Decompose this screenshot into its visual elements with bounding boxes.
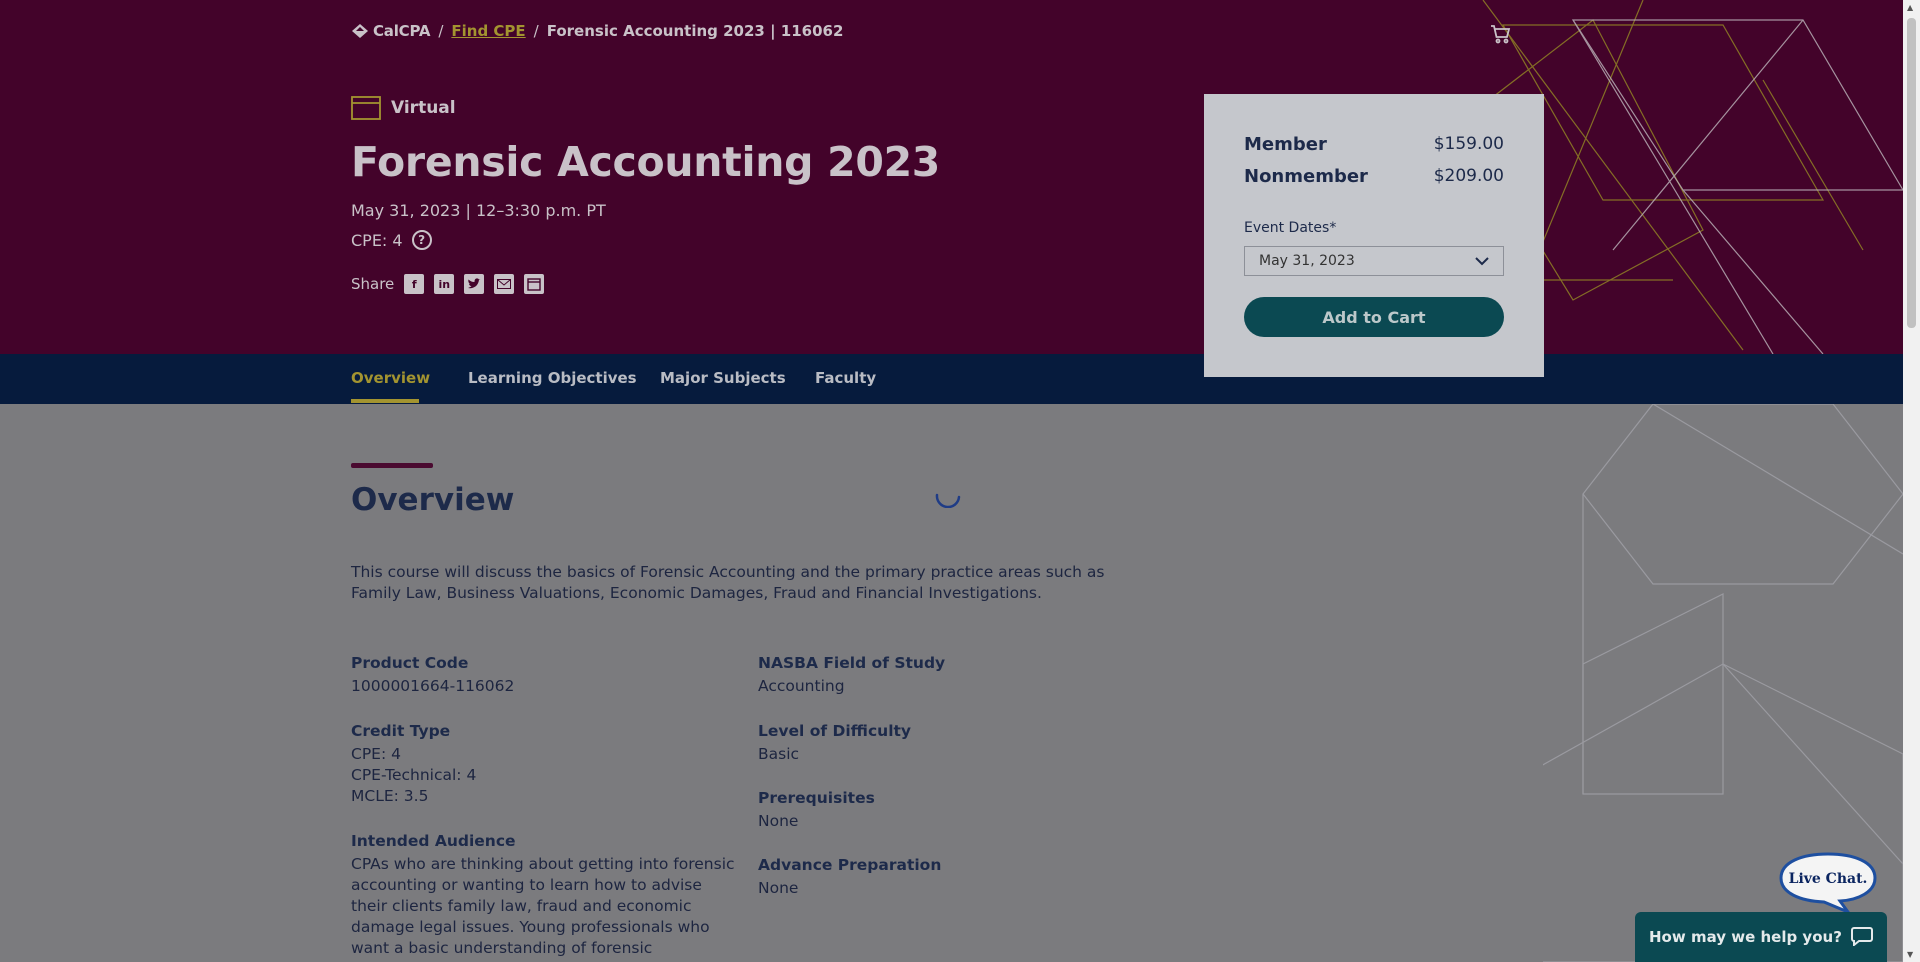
chat-prompt: How may we help you? (1649, 928, 1842, 946)
nonmember-label: Nonmember (1244, 166, 1368, 187)
pricing-card: Member $159.00 Nonmember $209.00 Event D… (1204, 94, 1544, 377)
live-chat-text: Live Chat. (1789, 871, 1868, 887)
tab-overview[interactable]: Overview (351, 369, 430, 387)
audience-label: Intended Audience (351, 832, 516, 850)
intended-audience-field: Intended Audience CPAs who are thinking … (351, 832, 741, 959)
calendar-icon[interactable] (524, 274, 545, 294)
difficulty-label: Level of Difficulty (758, 722, 912, 740)
live-chat-bubble[interactable]: Live Chat. (1778, 852, 1878, 914)
advance-prep-label: Advance Preparation (758, 856, 942, 874)
linkedin-icon[interactable]: in (434, 274, 455, 294)
selected-date: May 31, 2023 (1259, 253, 1355, 269)
page-scrollbar[interactable]: ▲ ▼ (1903, 0, 1920, 962)
credit-type-item: MCLE: 3.5 (351, 787, 429, 805)
help-icon[interactable]: ? (411, 230, 432, 250)
advance-prep-value: None (758, 879, 799, 897)
twitter-icon[interactable] (464, 274, 485, 294)
field-of-study-label: NASBA Field of Study (758, 654, 946, 672)
audience-line: accounting or wanting to learn how to ad… (351, 876, 702, 894)
hero-banner: CalCPA / Find CPE / Forensic Accounting … (0, 0, 1903, 354)
cart-icon[interactable] (1490, 23, 1512, 45)
tab-major-subjects[interactable]: Major Subjects (660, 369, 786, 387)
chat-launcher[interactable]: How may we help you? (1635, 912, 1887, 962)
credit-type-field: Credit Type CPE: 4 CPE-Technical: 4 MCLE… (351, 722, 741, 807)
scroll-down-icon[interactable]: ▼ (1907, 950, 1913, 959)
cpe-credits: CPE: 4 ? (351, 230, 432, 250)
event-format: Virtual (351, 96, 456, 120)
section-tabs: Overview Learning Objectives Major Subje… (0, 354, 1903, 404)
member-price: $159.00 (1433, 134, 1504, 154)
member-label: Member (1244, 134, 1327, 155)
breadcrumb-current: Forensic Accounting 2023 | 116062 (546, 22, 844, 40)
nonmember-price: $209.00 (1433, 166, 1504, 186)
cpe-value: CPE: 4 (351, 230, 403, 250)
field-of-study-field: NASBA Field of Study Accounting (758, 654, 1148, 697)
advance-preparation-field: Advance Preparation None (758, 856, 1148, 899)
chevron-down-icon (1475, 256, 1489, 265)
scrollbar-thumb[interactable] (1907, 18, 1916, 328)
prerequisites-field: Prerequisites None (758, 789, 1148, 832)
event-date: May 31, 2023 | 12–3:30 p.m. PT (351, 201, 606, 220)
facebook-icon[interactable]: f (404, 274, 425, 294)
audience-line: CPAs who are thinking about getting into… (351, 855, 735, 873)
section-accent-bar (351, 463, 433, 468)
add-to-cart-button[interactable]: Add to Cart (1244, 297, 1504, 337)
event-date-select[interactable]: May 31, 2023 (1244, 246, 1504, 276)
active-tab-indicator (351, 399, 419, 403)
audience-line: damage legal issues. Young professionals… (351, 918, 710, 936)
prerequisites-label: Prerequisites (758, 789, 875, 807)
logo-text: CalCPA (373, 22, 431, 40)
course-description: This course will discuss the basics of F… (351, 563, 1105, 602)
tab-learning-objectives[interactable]: Learning Objectives (468, 369, 637, 387)
product-code-field: Product Code 1000001664-116062 (351, 654, 741, 697)
event-dates-label: Event Dates* (1244, 220, 1337, 236)
scroll-up-icon[interactable]: ▲ (1907, 3, 1913, 12)
product-code-value: 1000001664-116062 (351, 677, 515, 695)
field-of-study-value: Accounting (758, 677, 845, 695)
audience-line: their clients family law, fraud and econ… (351, 897, 692, 915)
browser-window-icon (351, 96, 381, 120)
overview-heading: Overview (351, 482, 515, 518)
prerequisites-value: None (758, 812, 799, 830)
member-price-row: Member $159.00 (1244, 134, 1504, 155)
tab-faculty[interactable]: Faculty (815, 369, 876, 387)
format-label: Virtual (391, 98, 456, 118)
product-code-label: Product Code (351, 654, 469, 672)
calcpa-logo[interactable]: CalCPA (351, 22, 431, 40)
credit-type-item: CPE-Technical: 4 (351, 766, 477, 784)
page: CalCPA / Find CPE / Forensic Accounting … (0, 0, 1903, 962)
share-bar: Share f in (351, 274, 545, 294)
breadcrumb-separator: / (438, 22, 444, 40)
chat-icon (1851, 927, 1873, 946)
page-title: Forensic Accounting 2023 (351, 138, 941, 186)
breadcrumb-find-cpe-link[interactable]: Find CPE (451, 22, 525, 40)
calcpa-logo-icon (352, 24, 368, 38)
breadcrumb: CalCPA / Find CPE / Forensic Accounting … (351, 20, 843, 42)
email-icon[interactable] (494, 274, 515, 294)
breadcrumb-separator: / (533, 22, 539, 40)
credit-type-label: Credit Type (351, 722, 451, 740)
audience-line: want a basic understanding of forensic (351, 939, 653, 957)
credit-type-item: CPE: 4 (351, 745, 401, 763)
difficulty-field: Level of Difficulty Basic (758, 722, 1148, 765)
loading-spinner-icon (935, 493, 961, 508)
difficulty-value: Basic (758, 745, 800, 763)
nonmember-price-row: Nonmember $209.00 (1244, 166, 1504, 187)
share-label: Share (351, 275, 395, 293)
